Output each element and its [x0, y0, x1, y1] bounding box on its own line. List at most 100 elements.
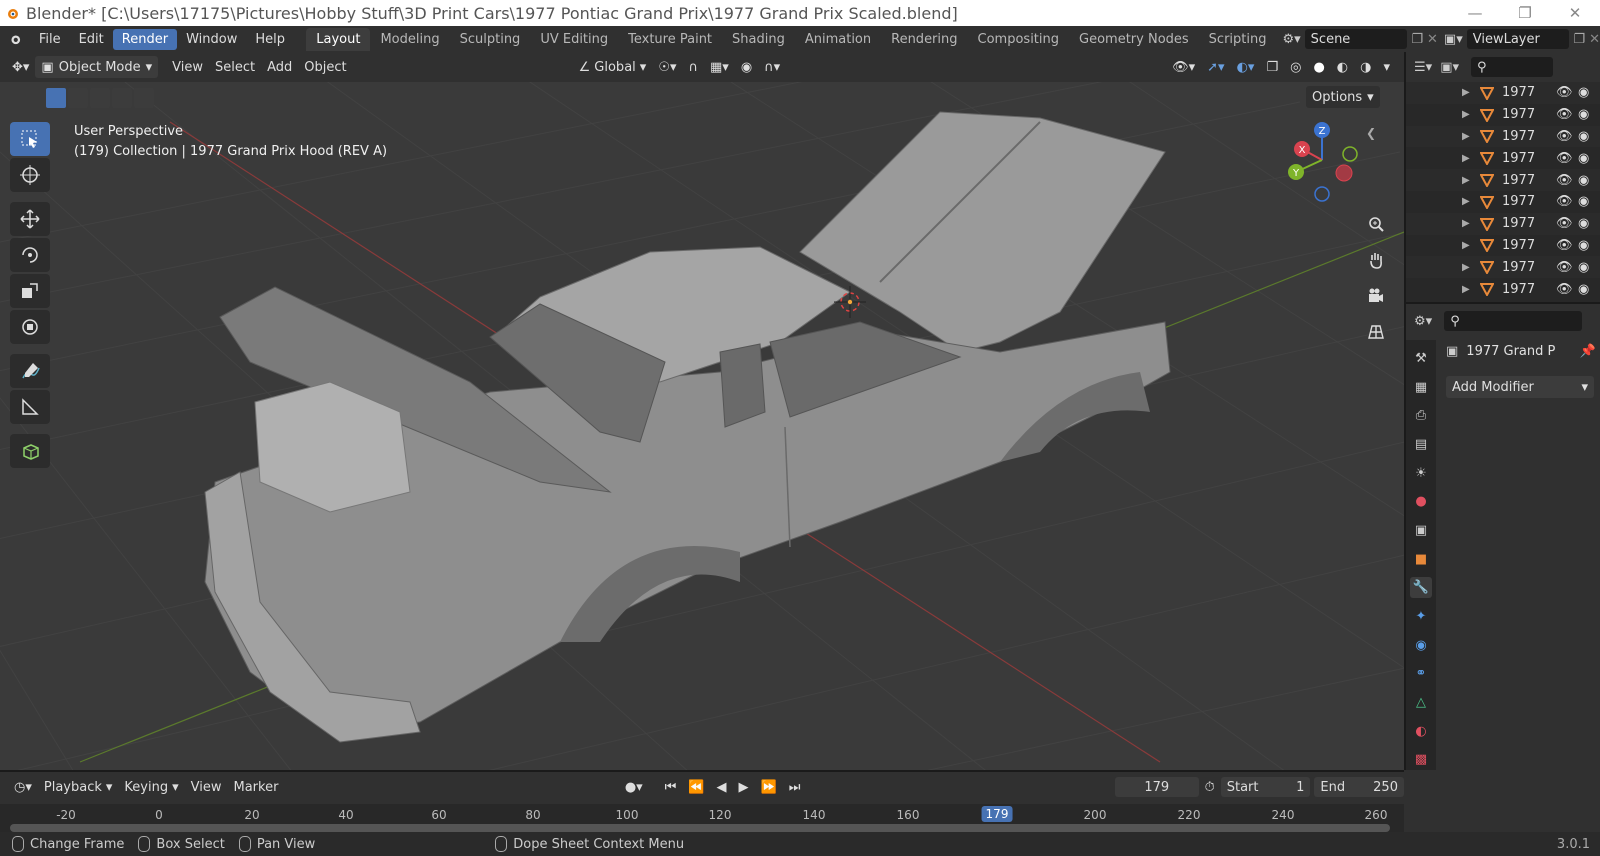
- select-extend-icon[interactable]: [68, 88, 88, 108]
- menu-object[interactable]: Object: [298, 58, 352, 77]
- tab-texture-paint[interactable]: Texture Paint: [618, 28, 722, 51]
- tab-animation[interactable]: Animation: [795, 28, 881, 51]
- list-item[interactable]: ▶ 1977 👁 ◉: [1406, 169, 1600, 191]
- physics-tab-icon[interactable]: ◉: [1410, 635, 1432, 656]
- eye-icon[interactable]: 👁: [1556, 107, 1573, 122]
- select-invert-icon[interactable]: [112, 88, 132, 108]
- eye-icon[interactable]: 👁: [1556, 173, 1573, 188]
- render-camera-icon[interactable]: ◉: [1578, 238, 1589, 253]
- eye-icon[interactable]: 👁: [1556, 260, 1573, 275]
- playhead-frame-indicator[interactable]: 179: [981, 806, 1013, 822]
- eye-icon[interactable]: 👁: [1556, 194, 1573, 209]
- 3d-viewport[interactable]: Z X Y User Perspective (179) Collection …: [0, 82, 1404, 770]
- wireframe-shading-icon[interactable]: ◎: [1284, 58, 1307, 77]
- expand-icon[interactable]: ▶: [1462, 218, 1474, 229]
- expand-icon[interactable]: ▶: [1462, 153, 1474, 164]
- menu-timeline-view[interactable]: View: [185, 778, 228, 797]
- play-icon[interactable]: ▶: [733, 778, 755, 797]
- close-button[interactable]: ✕: [1550, 0, 1600, 26]
- scene-icon[interactable]: ⚙▾: [1282, 32, 1300, 47]
- tool-scale[interactable]: [10, 274, 50, 308]
- view-layer-tab-icon[interactable]: ▤: [1410, 434, 1432, 455]
- view-layer-icon[interactable]: ▣▾: [1444, 32, 1463, 47]
- gizmo-toggle-icon[interactable]: ➚▾: [1201, 58, 1230, 77]
- properties-editor-icon[interactable]: ⚙▾: [1414, 314, 1432, 329]
- eye-icon[interactable]: 👁: [1556, 238, 1573, 253]
- jump-end-icon[interactable]: ⏭: [783, 778, 807, 797]
- select-intersect-icon[interactable]: [134, 88, 154, 108]
- blender-menu-icon[interactable]: [8, 30, 22, 48]
- maximize-button[interactable]: ❐: [1500, 0, 1550, 26]
- menu-view[interactable]: View: [166, 58, 209, 77]
- expand-icon[interactable]: ▶: [1462, 262, 1474, 273]
- stopwatch-icon[interactable]: ⏱: [1199, 778, 1221, 797]
- pin-icon[interactable]: 📌: [1580, 344, 1596, 359]
- modifier-tab-icon[interactable]: 🔧: [1410, 577, 1432, 599]
- rendered-shading-icon[interactable]: ◑: [1354, 58, 1377, 77]
- solid-shading-icon[interactable]: ●: [1307, 58, 1330, 77]
- proportional-editing-icon[interactable]: ◉: [735, 58, 758, 77]
- tab-modeling[interactable]: Modeling: [370, 28, 449, 51]
- options-dropdown[interactable]: Options ▾: [1306, 86, 1380, 108]
- list-item[interactable]: ▶ 1977 👁 ◉: [1406, 256, 1600, 279]
- menu-select[interactable]: Select: [209, 58, 261, 77]
- object-mode-dropdown[interactable]: ▣ Object Mode ▾: [35, 56, 159, 78]
- next-keyframe-icon[interactable]: ⏩: [755, 778, 783, 797]
- list-item[interactable]: ▶ 1977 👁 ◉: [1406, 125, 1600, 148]
- list-item[interactable]: ▶ 1977 👁 ◉: [1406, 278, 1600, 300]
- start-frame-field[interactable]: Start 1: [1220, 777, 1311, 797]
- view-layer-field[interactable]: ViewLayer: [1466, 29, 1570, 49]
- output-tab-icon[interactable]: ⎙: [1410, 405, 1432, 426]
- prev-keyframe-icon[interactable]: ⏪: [682, 778, 710, 797]
- object-tab-icon[interactable]: ■: [1410, 549, 1432, 570]
- menu-edit[interactable]: Edit: [70, 29, 113, 50]
- eye-icon[interactable]: 👁: [1556, 129, 1573, 144]
- render-camera-icon[interactable]: ◉: [1578, 107, 1589, 122]
- new-scene-icon[interactable]: ❐: [1411, 32, 1423, 47]
- menu-file[interactable]: File: [30, 29, 70, 50]
- play-reverse-icon[interactable]: ◀: [711, 778, 733, 797]
- particles-tab-icon[interactable]: ✦: [1410, 606, 1432, 627]
- tab-compositing[interactable]: Compositing: [968, 28, 1070, 51]
- expand-icon[interactable]: ▶: [1462, 196, 1474, 207]
- render-tab-icon[interactable]: ▦: [1410, 377, 1432, 398]
- tool-cursor[interactable]: [10, 158, 50, 192]
- scene-tab-icon[interactable]: ☀: [1410, 463, 1432, 484]
- render-camera-icon[interactable]: ◉: [1578, 129, 1589, 144]
- render-camera-icon[interactable]: ◉: [1578, 194, 1589, 209]
- current-frame-field[interactable]: 179: [1114, 777, 1199, 797]
- delete-scene-icon[interactable]: ✕: [1427, 32, 1438, 47]
- collection-tab-icon[interactable]: ▣: [1410, 520, 1432, 541]
- record-icon[interactable]: ●▾: [619, 778, 649, 797]
- tool-transform[interactable]: [10, 310, 50, 344]
- eye-icon[interactable]: 👁: [1556, 85, 1573, 100]
- tool-select-box[interactable]: [10, 122, 50, 156]
- list-item[interactable]: ▶ 1977 👁 ◉: [1406, 82, 1600, 104]
- eye-icon[interactable]: 👁: [1556, 282, 1573, 297]
- perspective-toggle-icon[interactable]: [1362, 318, 1390, 346]
- menu-keying[interactable]: Keying ▾: [118, 778, 184, 797]
- display-mode-icon[interactable]: ▣▾: [1440, 60, 1459, 75]
- expand-icon[interactable]: ▶: [1462, 284, 1474, 295]
- transform-orientation-dropdown[interactable]: ∠ Global ▾: [573, 58, 653, 77]
- eye-icon[interactable]: 👁: [1556, 151, 1573, 166]
- list-item[interactable]: ▶ 1977 👁 ◉: [1406, 235, 1600, 257]
- expand-icon[interactable]: ▶: [1462, 175, 1474, 186]
- camera-view-icon[interactable]: [1362, 282, 1390, 310]
- list-item[interactable]: ▶ 1977 👁 ◉: [1406, 191, 1600, 213]
- delete-view-layer-icon[interactable]: ✕: [1589, 32, 1600, 47]
- new-view-layer-icon[interactable]: ❐: [1573, 32, 1585, 47]
- zoom-icon[interactable]: [1362, 210, 1390, 238]
- tool-add-cube[interactable]: [10, 434, 50, 468]
- material-shading-icon[interactable]: ◐: [1331, 58, 1354, 77]
- texture-tab-icon[interactable]: ▩: [1410, 749, 1432, 770]
- tab-sculpting[interactable]: Sculpting: [450, 28, 531, 51]
- end-frame-field[interactable]: End 250: [1314, 777, 1404, 797]
- tab-layout[interactable]: Layout: [306, 27, 371, 51]
- expand-icon[interactable]: ▶: [1462, 109, 1474, 120]
- navigation-gizmo[interactable]: Z X Y: [1288, 122, 1358, 202]
- minimize-button[interactable]: —: [1450, 0, 1500, 26]
- expand-icon[interactable]: ▶: [1462, 240, 1474, 251]
- tool-annotate[interactable]: [10, 354, 50, 388]
- tool-tab-icon[interactable]: ⚒: [1410, 348, 1432, 369]
